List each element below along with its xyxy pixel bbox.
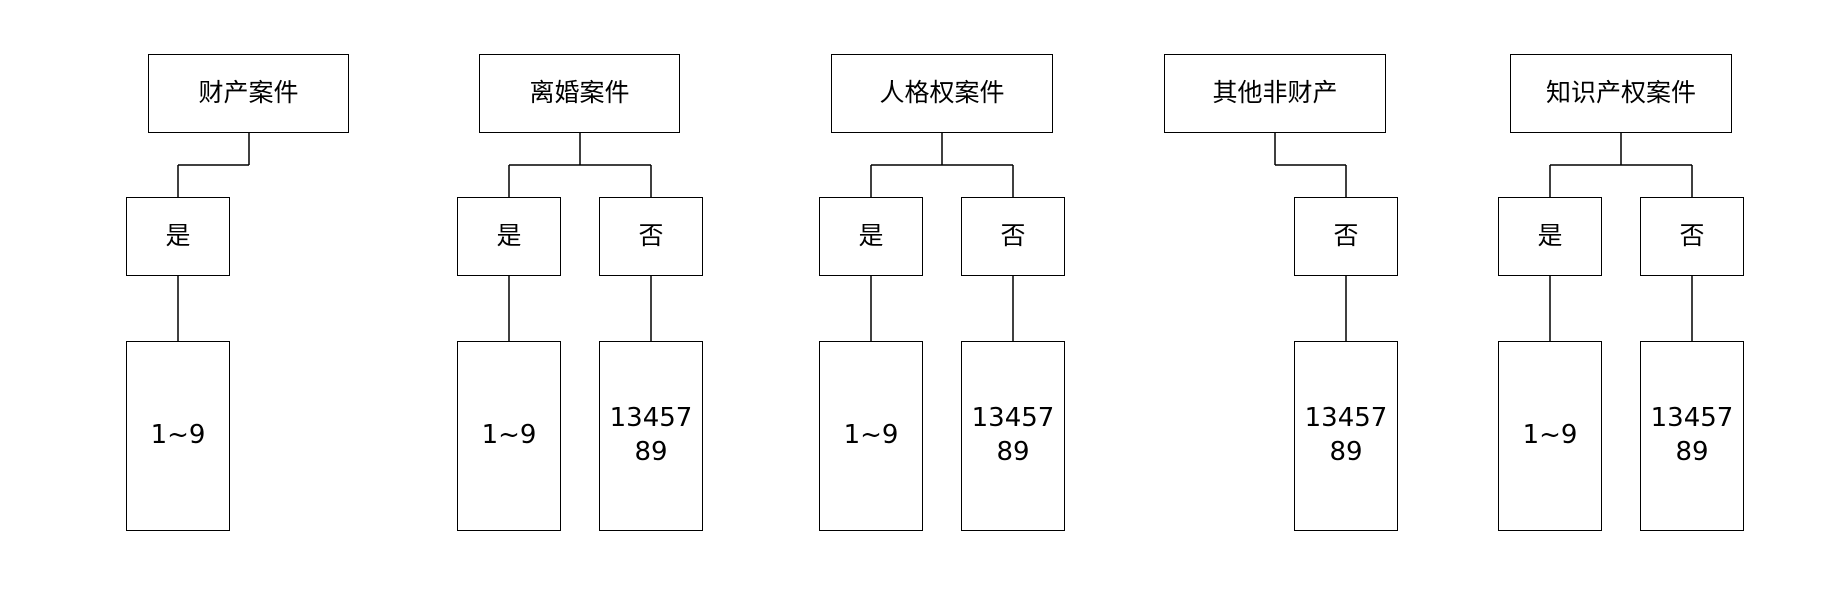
category-box: 其他非财产 [1164,54,1386,133]
answer-box: 是 [1498,197,1602,276]
answer-label: 否 [1679,221,1705,251]
result-box: 1345789 [961,341,1065,531]
answer-box: 是 [819,197,923,276]
result-label: 1345789 [1304,403,1388,467]
category-label: 人格权案件 [879,78,1005,108]
answer-box: 是 [126,197,230,276]
result-label: 1345789 [971,403,1055,467]
answer-box: 是 [457,197,561,276]
category-label: 财产案件 [198,78,299,108]
result-label: 1345789 [1650,403,1734,467]
answer-label: 否 [1000,221,1026,251]
answer-label: 是 [1537,221,1563,251]
category-box: 离婚案件 [479,54,680,133]
answer-label: 是 [858,221,884,251]
result-label: 1~9 [150,420,206,451]
result-box: 1345789 [1640,341,1744,531]
answer-label: 是 [496,221,522,251]
answer-label: 是 [165,221,191,251]
result-box: 1~9 [457,341,561,531]
result-label: 1~9 [481,420,537,451]
answer-label: 否 [638,221,664,251]
result-label: 1~9 [843,420,899,451]
result-box: 1~9 [126,341,230,531]
category-label: 离婚案件 [529,78,630,108]
category-label: 其他非财产 [1212,78,1338,108]
result-label: 1~9 [1522,420,1578,451]
category-box: 人格权案件 [831,54,1053,133]
result-box: 1345789 [1294,341,1398,531]
answer-box: 否 [599,197,703,276]
category-label: 知识产权案件 [1545,78,1696,108]
answer-box: 否 [1640,197,1744,276]
category-box: 财产案件 [148,54,349,133]
answer-label: 否 [1333,221,1359,251]
result-label: 1345789 [609,403,693,467]
answer-box: 否 [961,197,1065,276]
answer-box: 否 [1294,197,1398,276]
result-box: 1~9 [1498,341,1602,531]
category-box: 知识产权案件 [1510,54,1732,133]
result-box: 1345789 [599,341,703,531]
result-box: 1~9 [819,341,923,531]
